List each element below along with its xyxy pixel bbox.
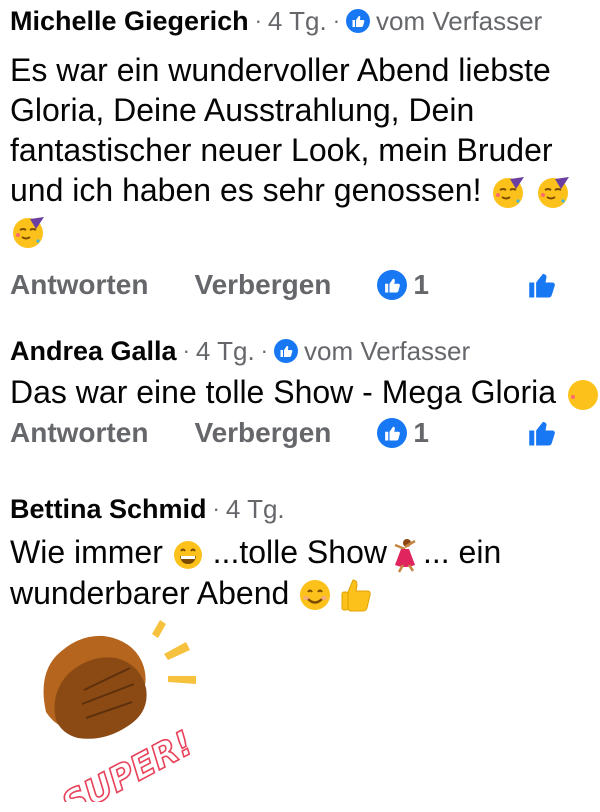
reply-button[interactable]: Antworten (10, 269, 148, 301)
like-button-icon[interactable] (528, 419, 558, 447)
like-badge-icon (274, 339, 298, 363)
like-count-value: 1 (413, 416, 429, 448)
hide-button[interactable]: Verbergen (194, 269, 331, 301)
comment-text-content: Es war ein wundervoller Abend liebste Gl… (10, 52, 553, 208)
comment-age[interactable]: 4 Tg. (268, 4, 327, 38)
like-count[interactable]: 1 (377, 417, 429, 449)
grinning-face-icon (173, 540, 202, 569)
separator-dot: · (182, 338, 190, 363)
comment-header: Michelle Giegerich · 4 Tg. · vom Verfass… (10, 4, 600, 38)
like-badge-icon (377, 270, 408, 301)
author-badge: vom Verfasser (304, 336, 471, 366)
party-face-icon (567, 379, 598, 410)
comment-text-part: wunderbarer Abend (10, 574, 290, 611)
reply-button[interactable]: Antworten (10, 417, 148, 449)
comment-text-content: Das war eine tolle Show - Mega Gloria (10, 374, 557, 410)
comment-actions: Antworten Verbergen 1 (10, 417, 600, 449)
separator-dot: · (254, 8, 262, 33)
comment-age[interactable]: 4 Tg. (196, 334, 255, 368)
thumbs-up-icon (341, 579, 371, 612)
comment-actions: Antworten Verbergen 1 (10, 269, 600, 301)
like-badge-icon (377, 417, 408, 448)
comment-text: Es war ein wundervoller Abend liebste Gl… (10, 50, 600, 251)
clapping-hands-icon (43, 635, 147, 739)
author-badge: vom Verfasser (376, 6, 543, 36)
comment-text-part: Wie immer (10, 534, 163, 570)
dancer-icon (394, 538, 416, 573)
clapping-hands-sticker: SUPER! (43, 620, 201, 802)
comment-text: Wie immer ...tolle Show ... ein wunderba… (10, 532, 600, 613)
comment-age[interactable]: 4 Tg. (226, 492, 285, 526)
comment-michelle: Michelle Giegerich · 4 Tg. · vom Verfass… (10, 4, 600, 301)
comment-text: Das war eine tolle Show - Mega Gloria (10, 372, 600, 413)
comment-header: Bettina Schmid · 4 Tg. (10, 492, 600, 526)
like-badge-icon (346, 9, 371, 33)
comment-text-part: ... ein (422, 534, 502, 570)
like-count-value: 1 (413, 269, 429, 301)
party-face-icon (13, 217, 44, 249)
comment-bettina: Bettina Schmid · 4 Tg. Wie immer ...toll… (10, 492, 600, 613)
comment-text-part: ...tolle Show (212, 534, 387, 570)
comment-andrea: Andrea Galla · 4 Tg. · vom Verfasser Das… (10, 334, 600, 449)
like-count[interactable]: 1 (377, 269, 429, 301)
party-face-icon (493, 176, 525, 208)
separator-dot: · (332, 8, 341, 33)
like-button-icon[interactable] (528, 271, 558, 299)
hide-button[interactable]: Verbergen (194, 417, 331, 449)
comment-header: Andrea Galla · 4 Tg. · vom Verfasser (10, 334, 600, 368)
separator-dot: · (212, 496, 220, 521)
sticker-rays (152, 620, 196, 684)
comment-author[interactable]: Bettina Schmid (10, 492, 207, 526)
separator-dot: · (260, 338, 268, 363)
party-face-icon (538, 176, 570, 208)
smiling-face-icon (300, 580, 331, 611)
comment-author[interactable]: Michelle Giegerich (10, 4, 249, 38)
comment-author[interactable]: Andrea Galla (10, 334, 177, 368)
